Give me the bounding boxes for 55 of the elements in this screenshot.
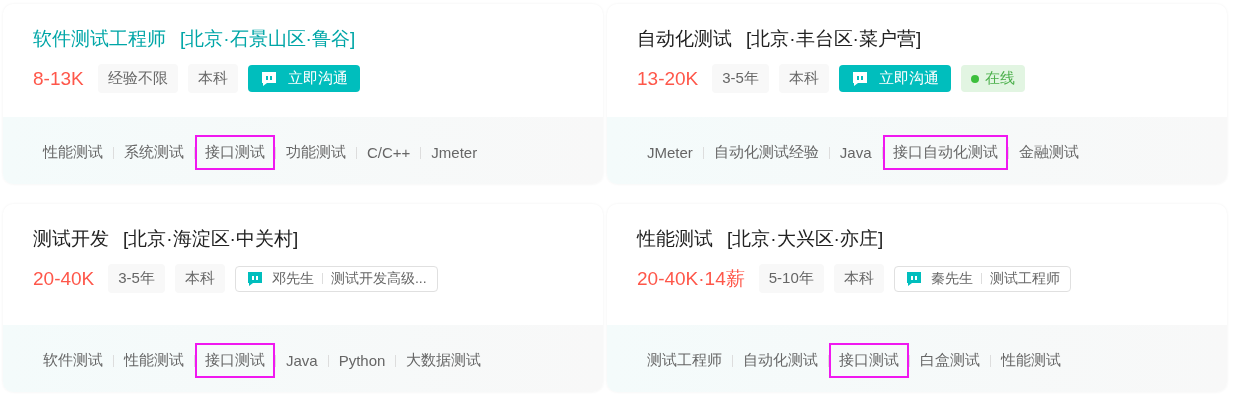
chat-icon xyxy=(245,269,264,288)
salary: 20-40K xyxy=(33,267,95,290)
chat-icon xyxy=(850,69,869,88)
skill-tag: 性能测试 xyxy=(114,343,194,378)
requirement-tag: 5-10年 xyxy=(758,264,824,293)
recruiter-badge[interactable]: 秦先生 测试工程师 xyxy=(893,265,1071,292)
skill-tag: Java xyxy=(829,136,882,169)
job-title[interactable]: 测试开发 xyxy=(33,226,109,252)
requirement-tag: 3-5年 xyxy=(108,264,165,293)
recruiter-badge[interactable]: 邓先生 测试开发高级... xyxy=(234,265,438,292)
job-location: [北京·海淀区·中关村] xyxy=(123,227,299,251)
skill-tag: Python xyxy=(328,344,396,377)
skill-tag: 自动化测试 xyxy=(733,343,828,378)
skill-tag: 系统测试 xyxy=(114,135,194,170)
job-title[interactable]: 自动化测试 xyxy=(637,26,732,52)
salary: 13-20K xyxy=(637,67,699,90)
requirement-tag: 本科 xyxy=(187,64,238,93)
skill-tag: 接口自动化测试 xyxy=(882,135,1008,170)
job-location: [北京·丰台区·菜户营] xyxy=(746,27,922,51)
requirement-tag: 本科 xyxy=(174,264,225,293)
skill-tag: 测试工程师 xyxy=(637,343,732,378)
job-card[interactable]: 性能测试 [北京·大兴区·亦庄] 20-40K·14薪 5-10年 本科 秦先生 测试工程师 测试工程师 自动化测试 接口测试 白盒测试 性能测试 xyxy=(607,204,1227,392)
skill-tag: 自动化测试经验 xyxy=(703,135,829,170)
chat-icon xyxy=(259,69,278,88)
skill-tag: 性能测试 xyxy=(33,135,113,170)
skill-tag: Java xyxy=(276,344,328,377)
requirement-tag: 本科 xyxy=(778,64,829,93)
skill-tag: 接口测试 xyxy=(195,135,275,170)
online-badge: 在线 xyxy=(960,65,1025,92)
job-card[interactable]: 测试开发 [北京·海淀区·中关村] 20-40K 3-5年 本科 邓先生 测试开发高级... 软件测试 性能测试 接口测试 Java Python 大数据测试 xyxy=(3,204,603,392)
skill-tag: 金融测试 xyxy=(1008,135,1089,170)
skill-tag: JMeter xyxy=(637,136,703,169)
skill-tag: C/C++ xyxy=(357,136,421,169)
requirement-tag: 本科 xyxy=(833,264,884,293)
job-location: [北京·大兴区·亦庄] xyxy=(727,227,884,251)
requirement-tag: 经验不限 xyxy=(97,64,178,93)
skill-tag: 大数据测试 xyxy=(396,343,492,378)
recruiter-role: 测试工程师 xyxy=(989,269,1060,288)
skill-tag: 性能测试 xyxy=(991,343,1071,378)
skill-tag: Jmeter xyxy=(421,136,488,169)
salary: 20-40K·14薪 xyxy=(637,266,745,291)
job-card[interactable]: 自动化测试 [北京·丰台区·菜户营] 13-20K 3-5年 本科 立即沟通 在线 JMeter 自动化测试经验 Java 接口自动化测试 金融测试 xyxy=(607,4,1227,184)
skill-tag: 软件测试 xyxy=(33,343,113,378)
skill-tag: 白盒测试 xyxy=(910,343,990,378)
chat-icon xyxy=(904,269,923,288)
recruiter-name: 邓先生 xyxy=(271,269,314,288)
requirement-tag: 3-5年 xyxy=(712,64,769,93)
job-title[interactable]: 性能测试 xyxy=(637,226,713,252)
skill-tag: 接口测试 xyxy=(829,343,909,378)
salary: 8-13K xyxy=(33,67,84,90)
recruiter-name: 秦先生 xyxy=(930,269,973,288)
skill-tag: 功能测试 xyxy=(276,135,356,170)
job-location: [北京·石景山区·鲁谷] xyxy=(180,27,356,51)
recruiter-role: 测试开发高级... xyxy=(330,269,427,288)
skill-tag: 接口测试 xyxy=(195,343,275,378)
